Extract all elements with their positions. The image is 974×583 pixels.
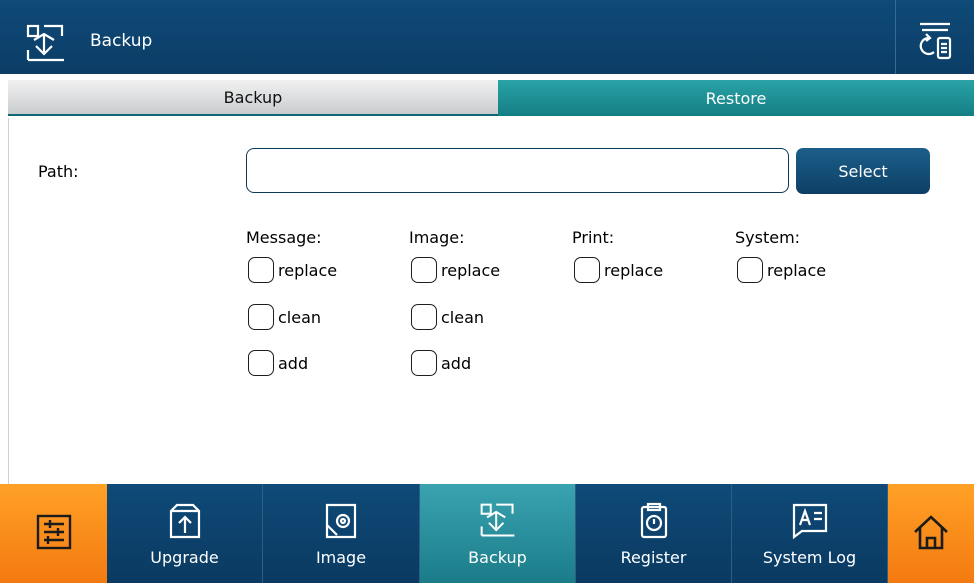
- nav-backup-label: Backup: [468, 548, 527, 567]
- image-add-checkbox[interactable]: add: [411, 349, 471, 377]
- upload-box-icon: [169, 503, 200, 539]
- checkbox-label: add: [278, 353, 309, 373]
- print-replace-checkbox[interactable]: replace: [574, 256, 663, 284]
- message-group-label: Message:: [246, 228, 322, 247]
- image-clean-checkbox[interactable]: clean: [411, 303, 484, 331]
- checkbox-label: add: [441, 353, 472, 373]
- system-log-icon: [792, 503, 827, 540]
- system-replace-checkbox[interactable]: replace: [737, 256, 826, 284]
- nav-upgrade-label: Upgrade: [150, 548, 219, 567]
- message-clean-checkbox[interactable]: clean: [248, 303, 321, 331]
- usb-device-icon[interactable]: [918, 20, 954, 60]
- nav-system-log-label: System Log: [762, 548, 857, 567]
- select-button[interactable]: Select: [796, 148, 930, 194]
- checkbox-box[interactable]: [411, 304, 437, 330]
- tab-backup[interactable]: Backup: [8, 80, 498, 116]
- tab-restore-label: Restore: [705, 88, 767, 108]
- checkbox-box[interactable]: [411, 350, 437, 376]
- title-bar: Backup: [0, 0, 974, 74]
- nav-home[interactable]: [888, 484, 974, 583]
- tab-backup-label: Backup: [223, 87, 283, 107]
- checkbox-box[interactable]: [248, 257, 274, 283]
- tab-restore[interactable]: Restore: [498, 80, 974, 116]
- nav-backup[interactable]: Backup: [420, 484, 576, 583]
- checkbox-label: replace: [604, 260, 664, 280]
- tab-bar: Backup Restore: [8, 80, 974, 116]
- checkbox-box[interactable]: [248, 304, 274, 330]
- nav-settings[interactable]: [0, 484, 107, 583]
- checkbox-box[interactable]: [411, 257, 437, 283]
- checkbox-label: clean: [441, 307, 485, 327]
- message-add-checkbox[interactable]: add: [248, 349, 308, 377]
- image-group-label: Image:: [409, 228, 465, 247]
- checkbox-label: replace: [441, 260, 501, 280]
- backup-icon: [26, 24, 64, 62]
- path-input[interactable]: [246, 148, 789, 193]
- home-icon: [914, 515, 948, 550]
- nav-upgrade[interactable]: Upgrade: [107, 484, 263, 583]
- nav-image[interactable]: Image: [263, 484, 420, 583]
- backup-icon: [480, 503, 514, 537]
- checkbox-box[interactable]: [574, 257, 600, 283]
- image-replace-checkbox[interactable]: replace: [411, 256, 500, 284]
- nav-register-label: Register: [620, 548, 687, 567]
- header-divider: [895, 0, 896, 74]
- checkbox-label: replace: [278, 260, 338, 280]
- checkbox-box[interactable]: [737, 257, 763, 283]
- register-clipboard-icon: [640, 502, 667, 539]
- path-label: Path:: [38, 162, 79, 181]
- bottom-nav: Upgrade Image Backup Register System Log: [0, 484, 974, 583]
- system-group-label: System:: [735, 228, 801, 247]
- message-replace-checkbox[interactable]: replace: [248, 256, 337, 284]
- settings-sliders-icon: [36, 514, 71, 550]
- checkbox-label: replace: [767, 260, 827, 280]
- print-group-label: Print:: [572, 228, 615, 247]
- checkbox-box[interactable]: [248, 350, 274, 376]
- image-icon: [325, 503, 357, 539]
- checkbox-label: clean: [278, 307, 322, 327]
- nav-register[interactable]: Register: [576, 484, 732, 583]
- window-title: Backup: [90, 31, 153, 51]
- nav-image-label: Image: [315, 548, 367, 567]
- nav-system-log[interactable]: System Log: [732, 484, 888, 583]
